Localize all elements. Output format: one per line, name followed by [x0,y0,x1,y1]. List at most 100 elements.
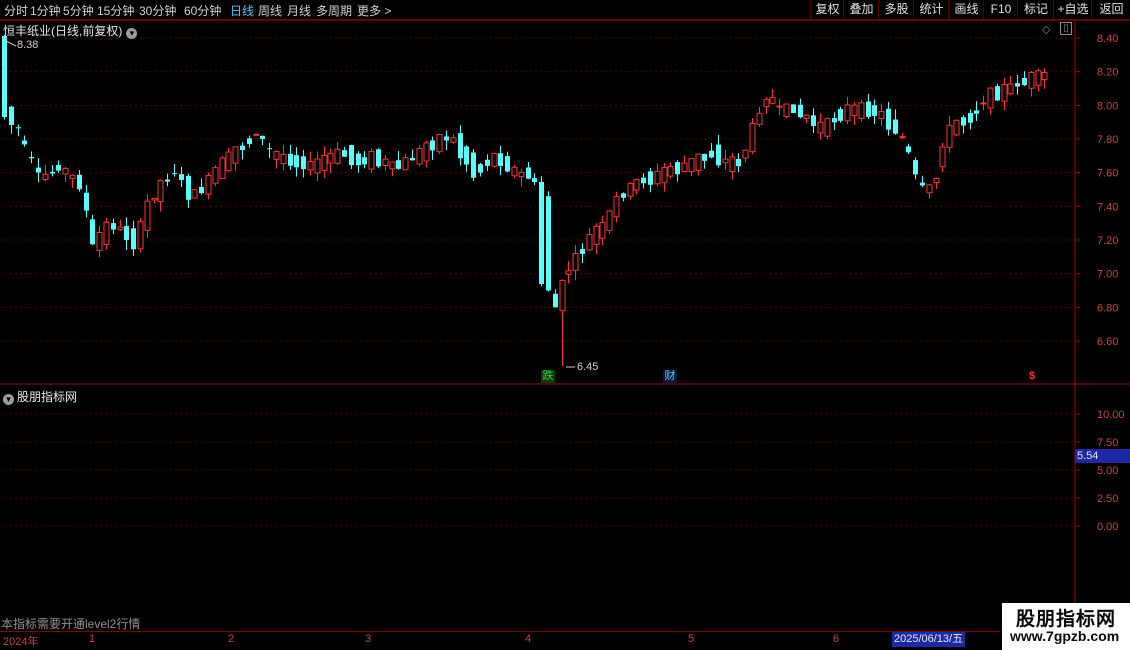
candle-body-up [729,156,736,172]
candle-body-down [77,174,82,190]
candle-body-up [933,177,940,184]
candle-body-up [878,111,885,120]
price-tick-label: 6.60 [1097,336,1118,348]
date-label-month: 5 [688,633,695,645]
candle-body-down [791,104,796,113]
candle-body-up [436,134,443,153]
indicator-tick-label: 0.00 [1097,521,1118,533]
candle-body-up [42,173,49,180]
candle-body-down [172,173,177,175]
finance-event-marker[interactable]: 财 [663,370,677,383]
indicator-title[interactable]: ▾ 股朋指标网 [3,388,77,405]
candle-body-down [968,112,973,123]
candle-body-up [96,231,103,251]
date-label-year: 2024年 [3,636,39,648]
candle-body-down [247,138,252,145]
candle-body-up [253,133,260,136]
candle-body-down [29,156,34,159]
candle-body-down [702,153,707,161]
candle-body-up [633,179,640,191]
candle-body-down [485,159,490,166]
selected-date: 2025/06/13/五 [892,632,966,647]
diamond-icon[interactable]: ◇ [1042,23,1050,36]
candle-body-up [232,146,239,164]
candle-body-down [294,155,299,168]
candle-body-down [267,148,272,150]
candle-body-down [526,167,531,179]
candle-body-down [641,177,646,184]
candle-body-down [9,106,14,126]
candle-body-down [995,86,1000,101]
candle-body-up [62,167,69,175]
candle-body-up [1007,83,1014,95]
date-label-month: 2 [228,633,235,645]
candle-body-down [811,115,816,126]
indicator-grid [0,413,1075,527]
candle-body-up [450,137,457,143]
candle-body-up [613,196,620,218]
high-price-marker: 8.38 [17,39,39,51]
candle-body-down [906,146,911,153]
kline-chart[interactable]: 8.40 8.20 8.00 7.80 7.60 7.40 7.20 7.00 6.80 6.60… [0,0,1130,650]
candle-body-up [117,226,124,231]
candle-body-up [688,158,695,173]
candle-body-up [681,162,688,172]
price-tick-label: 8.20 [1097,67,1118,79]
candle-body-up [191,189,198,199]
candle-body-up [144,200,151,231]
candle-body-down [288,153,293,166]
candle-body-down [716,144,721,166]
watermark-title: 股朋指标网 [1016,609,1117,630]
chevron-down-icon[interactable]: ▾ [3,394,14,405]
indicator-tick-label: 10.00 [1097,409,1125,421]
chevron-down-icon[interactable]: ▾ [126,28,138,39]
stock-name-label: 恒丰纸业(日线,前复权) [3,24,123,38]
candle-body-down [199,186,204,194]
candle-body-down [260,135,265,140]
candle-body-down [736,158,741,167]
candle-body-up [756,112,763,125]
candle-body-down [546,196,551,291]
candle-body-up [817,121,824,134]
site-watermark: 股朋指标网 www.7gpzb.com [1002,603,1130,650]
chart-title[interactable]: 恒丰纸业(日线,前复权) ▾ [3,22,138,39]
candle-body-up [763,99,770,108]
price-tick-label: 7.80 [1097,134,1118,146]
candle-body-down [832,118,837,123]
candle-body-up [307,160,314,171]
candle-body-up [327,152,334,164]
candle-body-up [803,114,810,119]
candle-body-up [572,253,579,271]
candle-body-up [783,103,790,117]
candle-body-up [776,105,783,108]
candle-body-down [430,140,435,151]
candle-body-up [416,148,423,165]
candle-body-down [36,167,41,173]
panel-layout-icon[interactable]: ▯ [1060,22,1072,35]
candle-body-up [423,142,430,162]
candle-body-up [953,119,960,136]
candle-body-up [402,157,409,171]
candle-body-up [749,122,756,153]
candle-body-up [280,153,287,165]
price-tick-label: 8.00 [1097,100,1118,112]
candle-body-down [444,136,449,141]
candle-body-down [478,164,483,173]
candle-body-up [593,225,600,245]
dividend-event-marker[interactable]: $ [1027,370,1037,383]
candle-body-down [961,117,966,126]
candle-body-down [709,150,714,158]
price-tick-label: 7.20 [1097,235,1118,247]
candle-body-up [382,158,389,166]
candle-body-down [893,119,898,134]
candle-body-down [886,108,891,130]
indicator-name-label: 股朋指标网 [17,390,78,404]
candle-body-down [913,160,918,175]
candle-body-down [621,193,626,198]
candle-body-down [301,156,306,170]
candle-body-down [356,153,361,166]
candle-body-up [219,157,226,180]
drop-event-marker[interactable]: 跌 [541,370,555,383]
candle-body-down [396,160,401,169]
candle-body-down [16,127,21,129]
